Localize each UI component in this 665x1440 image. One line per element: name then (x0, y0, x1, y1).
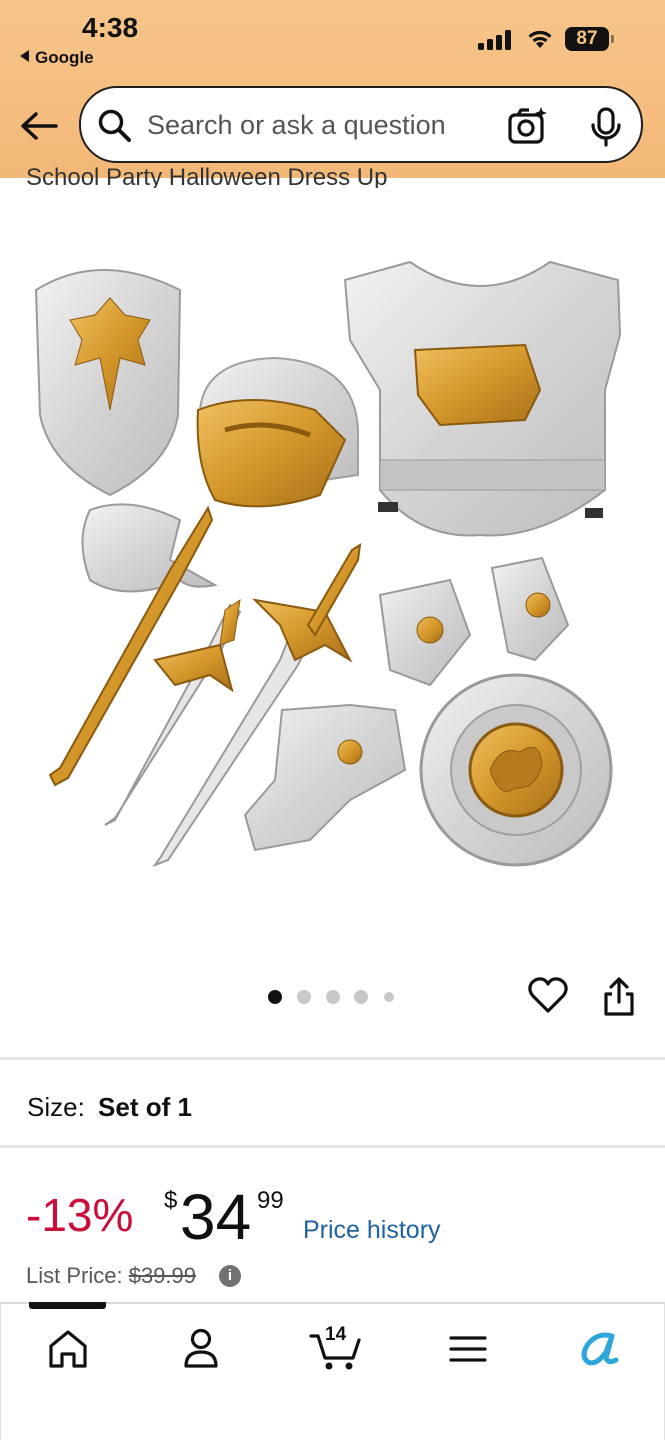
cart-count-badge: 14 (325, 1324, 347, 1345)
cellular-signal-icon (478, 30, 514, 50)
back-arrow-icon[interactable] (18, 106, 60, 146)
divider (0, 1057, 665, 1060)
back-triangle-icon (20, 50, 29, 62)
microphone-icon[interactable] (589, 107, 623, 147)
wifi-icon (528, 30, 552, 48)
home-icon[interactable] (43, 1324, 93, 1374)
search-input[interactable] (147, 106, 477, 144)
cart-button[interactable]: 14 (309, 1324, 365, 1374)
carousel-dot-5[interactable] (384, 992, 394, 1002)
menu-icon[interactable] (443, 1324, 493, 1374)
list-price: List Price: $39.99 (26, 1263, 196, 1289)
search-bar[interactable] (79, 86, 643, 163)
rufus-icon[interactable] (576, 1324, 626, 1374)
search-icon (98, 109, 131, 142)
carousel-dots (268, 989, 398, 1005)
list-price-label: List Price: (26, 1263, 123, 1288)
heart-icon[interactable] (527, 975, 569, 1015)
share-icon[interactable] (600, 976, 638, 1018)
list-price-value: $39.99 (128, 1263, 197, 1288)
active-tab-indicator (29, 1302, 106, 1309)
size-selector[interactable]: Size: Set of 1 (27, 1092, 192, 1123)
bottom-navigation: 14 (0, 1302, 665, 1440)
size-label: Size: (27, 1092, 85, 1122)
price-whole: 34 (180, 1181, 252, 1253)
battery-indicator: 87 (565, 27, 614, 51)
back-app-label: Google (35, 48, 94, 67)
product-title-partial: School Party Halloween Dress Up (26, 158, 646, 188)
price-history-link[interactable]: Price history (303, 1216, 441, 1245)
divider (0, 1145, 665, 1148)
discount-percent: -13% (26, 1189, 134, 1241)
size-value: Set of 1 (98, 1092, 192, 1122)
carousel-dot-4[interactable] (354, 990, 368, 1004)
carousel-dot-2[interactable] (297, 990, 311, 1004)
price-fraction: 99 (257, 1187, 284, 1214)
back-to-app-link[interactable]: Google (20, 48, 94, 68)
status-time: 4:38 (82, 12, 139, 43)
info-icon[interactable]: i (219, 1265, 241, 1287)
carousel-dot-3[interactable] (326, 990, 340, 1004)
price-currency: $ (164, 1187, 178, 1214)
account-icon[interactable] (176, 1324, 226, 1374)
camera-icon[interactable] (507, 105, 549, 147)
product-image[interactable] (20, 240, 645, 880)
product-title-text: School Party Halloween Dress Up (26, 164, 388, 188)
carousel-dot-1[interactable] (268, 990, 282, 1004)
app-header: 4:38 Google 87 (0, 0, 665, 178)
